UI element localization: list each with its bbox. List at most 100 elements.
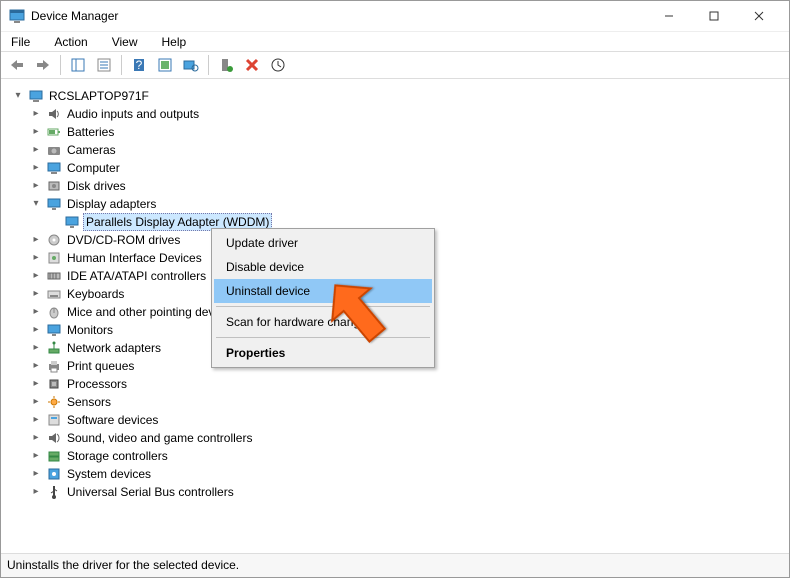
disk-icon [46,178,62,194]
tree-category[interactable]: ▸ Sound, video and game controllers [11,429,779,447]
expand-icon[interactable]: ▸ [29,249,43,267]
expand-icon[interactable]: ▾ [29,195,43,213]
expand-icon[interactable]: ▸ [29,375,43,393]
expand-icon[interactable]: ▸ [29,465,43,483]
expand-icon[interactable]: ▸ [29,231,43,249]
tree-category[interactable]: ▸ Sensors [11,393,779,411]
tree-root-label: RCSLAPTOP971F [47,87,151,105]
menu-view[interactable]: View [108,33,142,51]
tree-category-label: Storage controllers [65,447,170,465]
tree-category-label: Keyboards [65,285,126,303]
context-menu-scan-hardware[interactable]: Scan for hardware changes [214,310,432,334]
context-menu: Update driver Disable device Uninstall d… [211,228,435,368]
hid-icon [46,250,62,266]
app-icon [9,8,25,24]
tree-category-label: Display adapters [65,195,158,213]
tree-category[interactable]: ▸System devices [11,465,779,483]
tree-category[interactable]: ▸ Cameras [11,141,779,159]
toolbar-separator [60,55,61,75]
expand-icon[interactable]: ▸ [29,285,43,303]
tree-category-label: Human Interface Devices [65,249,204,267]
tree-category-label: Computer [65,159,122,177]
mouse-icon [46,304,62,320]
uninstall-device-button[interactable] [240,53,264,77]
context-menu-update-driver[interactable]: Update driver [214,231,432,255]
expand-icon[interactable]: ▸ [29,267,43,285]
enable-device-button[interactable] [214,53,238,77]
expand-icon[interactable]: ▸ [29,393,43,411]
tree-category-label: Software devices [65,411,160,429]
usb-icon [46,484,62,500]
scan-changes-button[interactable] [266,53,290,77]
context-menu-separator [216,306,430,307]
software-icon [46,412,62,428]
tree-category[interactable]: ▸ Batteries [11,123,779,141]
computer-icon [46,160,62,176]
sensor-icon [46,394,62,410]
context-menu-disable-device[interactable]: Disable device [214,255,432,279]
tree-category-label: Disk drives [65,177,128,195]
maximize-button[interactable] [691,2,736,30]
close-button[interactable] [736,2,781,30]
menu-bar: File Action View Help [1,31,789,51]
expand-icon[interactable]: ▸ [29,483,43,501]
tree-category[interactable]: ▾ Display adapters [11,195,779,213]
show-hide-tree-button[interactable] [66,53,90,77]
minimize-button[interactable] [646,2,691,30]
expand-icon[interactable]: ▸ [29,411,43,429]
tree-category-label: Monitors [65,321,115,339]
menu-action[interactable]: Action [50,33,91,51]
back-button[interactable] [5,53,29,77]
help-button[interactable]: ? [127,53,151,77]
expand-icon[interactable]: ▸ [29,429,43,447]
sound-icon [46,430,62,446]
display-icon [46,196,62,212]
tree-category-label: Audio inputs and outputs [65,105,201,123]
tree-category-label: Batteries [65,123,116,141]
tree-category[interactable]: ▸ Audio inputs and outputs [11,105,779,123]
tree-category-label: IDE ATA/ATAPI controllers [65,267,208,285]
context-menu-properties[interactable]: Properties [214,341,432,365]
expand-icon[interactable]: ▸ [29,177,43,195]
expand-icon[interactable]: ▸ [29,339,43,357]
status-bar: Uninstalls the driver for the selected d… [1,553,789,577]
tree-category-label: Universal Serial Bus controllers [65,483,236,501]
expand-icon[interactable]: ▸ [29,303,43,321]
system-icon [46,466,62,482]
title-bar: Device Manager [1,1,789,31]
battery-icon [46,124,62,140]
context-menu-uninstall-device[interactable]: Uninstall device [214,279,432,303]
tree-category-label: Cameras [65,141,118,159]
toolbar-separator [208,55,209,75]
expand-icon[interactable]: ▸ [29,357,43,375]
expand-icon[interactable]: ▸ [29,321,43,339]
tree-category-label: Sound, video and game controllers [65,429,254,447]
expand-icon[interactable]: ▸ [29,123,43,141]
expand-icon[interactable]: ▸ [29,447,43,465]
tree-category[interactable]: ▸ Universal Serial Bus controllers [11,483,779,501]
expand-icon[interactable]: ▸ [29,159,43,177]
storage-icon [46,448,62,464]
tree-category[interactable]: ▸Processors [11,375,779,393]
expand-icon[interactable]: ▸ [29,141,43,159]
forward-button[interactable] [31,53,55,77]
menu-file[interactable]: File [7,33,34,51]
scan-hardware-button[interactable] [179,53,203,77]
collapse-icon[interactable]: ▾ [11,87,25,105]
properties-button[interactable] [92,53,116,77]
tree-category[interactable]: ▸ Disk drives [11,177,779,195]
update-driver-button[interactable] [153,53,177,77]
speaker-icon [46,106,62,122]
tree-category-label: Sensors [65,393,113,411]
expand-icon[interactable]: ▸ [29,105,43,123]
tree-category[interactable]: ▸ Storage controllers [11,447,779,465]
window-controls [646,2,781,30]
monitor-icon [46,322,62,338]
tree-category-label: Print queues [65,357,136,375]
tree-category[interactable]: ▸ Computer [11,159,779,177]
tree-root[interactable]: ▾ RCSLAPTOP971F [11,87,779,105]
processor-icon [46,376,62,392]
tree-category[interactable]: ▸ Software devices [11,411,779,429]
menu-help[interactable]: Help [158,33,191,51]
toolbar: ? [1,51,789,79]
